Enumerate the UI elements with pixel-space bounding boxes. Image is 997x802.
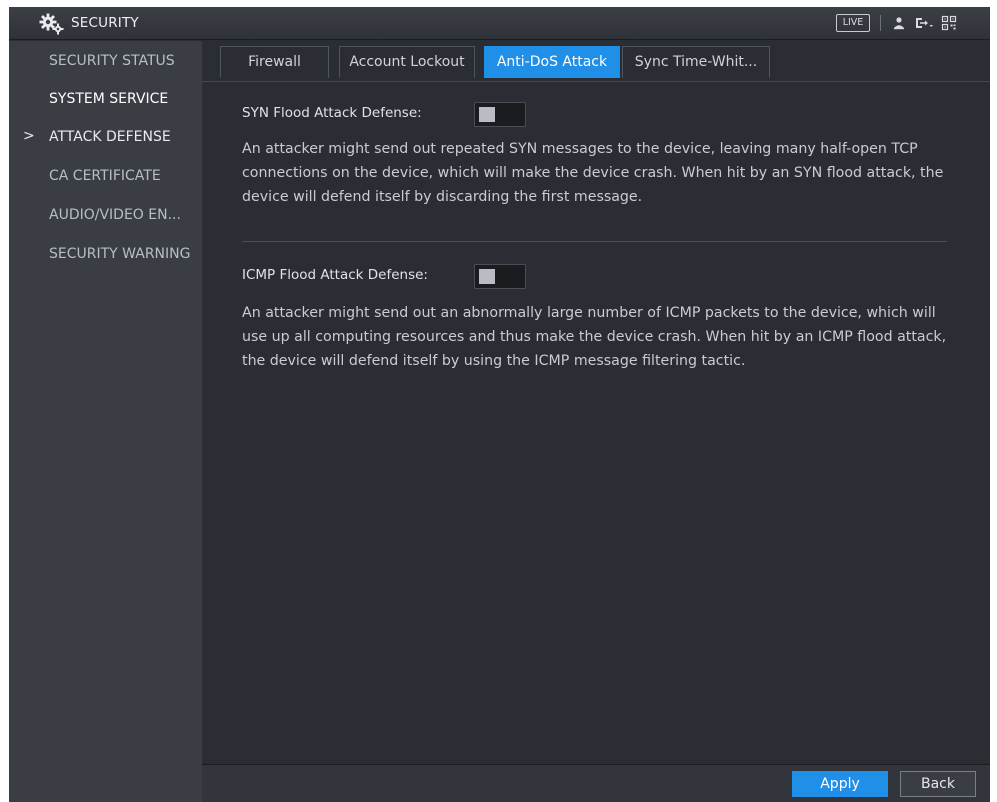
chevron-right-icon: > xyxy=(23,128,35,144)
sidebar-item-attack-defense[interactable]: > ATTACK DEFENSE xyxy=(9,119,202,157)
title-divider xyxy=(880,15,881,31)
qr-code-icon[interactable] xyxy=(941,15,957,31)
syn-flood-label: SYN Flood Attack Defense: xyxy=(242,105,422,121)
user-icon[interactable] xyxy=(891,15,907,31)
toggle-knob xyxy=(479,107,495,122)
page-title: SECURITY xyxy=(71,15,139,31)
sidebar-item-security-status[interactable]: SECURITY STATUS xyxy=(9,43,202,81)
sidebar-item-label: ATTACK DEFENSE xyxy=(49,129,171,145)
toggle-knob xyxy=(479,269,495,284)
tab-sync-time-whitelist[interactable]: Sync Time-Whit... xyxy=(622,46,770,78)
footer-bar: Apply Back xyxy=(202,764,990,802)
tab-firewall[interactable]: Firewall xyxy=(220,46,329,78)
app-window: SECURITY LIVE SECURITY STATUS SYSTEM SER… xyxy=(9,7,990,802)
sidebar: SECURITY STATUS SYSTEM SERVICE > ATTACK … xyxy=(9,41,202,802)
sidebar-item-system-service[interactable]: SYSTEM SERVICE xyxy=(9,81,202,119)
sidebar-item-label: CA CERTIFICATE xyxy=(49,168,161,184)
sidebar-item-label: SECURITY STATUS xyxy=(49,53,175,69)
sidebar-item-audio-video-encryption[interactable]: AUDIO/VIDEO EN... xyxy=(9,197,202,235)
sidebar-item-label: SYSTEM SERVICE xyxy=(49,91,169,107)
tab-account-lockout[interactable]: Account Lockout xyxy=(339,46,475,78)
title-bar: SECURITY LIVE xyxy=(9,7,990,40)
tab-anti-dos-attack[interactable]: Anti-DoS Attack xyxy=(484,46,620,78)
logout-icon[interactable] xyxy=(914,15,934,31)
live-button[interactable]: LIVE xyxy=(836,14,870,32)
main-content: Firewall Account Lockout Anti-DoS Attack… xyxy=(202,41,990,764)
icmp-flood-description: An attacker might send out an abnormally… xyxy=(242,305,947,369)
tab-bar: Firewall Account Lockout Anti-DoS Attack… xyxy=(202,41,990,82)
icmp-flood-toggle[interactable] xyxy=(474,264,526,289)
syn-flood-toggle[interactable] xyxy=(474,102,526,127)
sidebar-item-label: AUDIO/VIDEO EN... xyxy=(49,207,181,223)
sidebar-item-label: SECURITY WARNING xyxy=(49,246,191,262)
sidebar-item-ca-certificate[interactable]: CA CERTIFICATE xyxy=(9,158,202,196)
back-button[interactable]: Back xyxy=(900,771,976,797)
syn-flood-description: An attacker might send out repeated SYN … xyxy=(242,141,944,205)
gear-icon xyxy=(39,13,64,35)
sidebar-item-security-warning[interactable]: SECURITY WARNING xyxy=(9,236,202,274)
apply-button[interactable]: Apply xyxy=(792,771,888,797)
icmp-flood-label: ICMP Flood Attack Defense: xyxy=(242,267,428,283)
section-divider xyxy=(242,241,947,242)
